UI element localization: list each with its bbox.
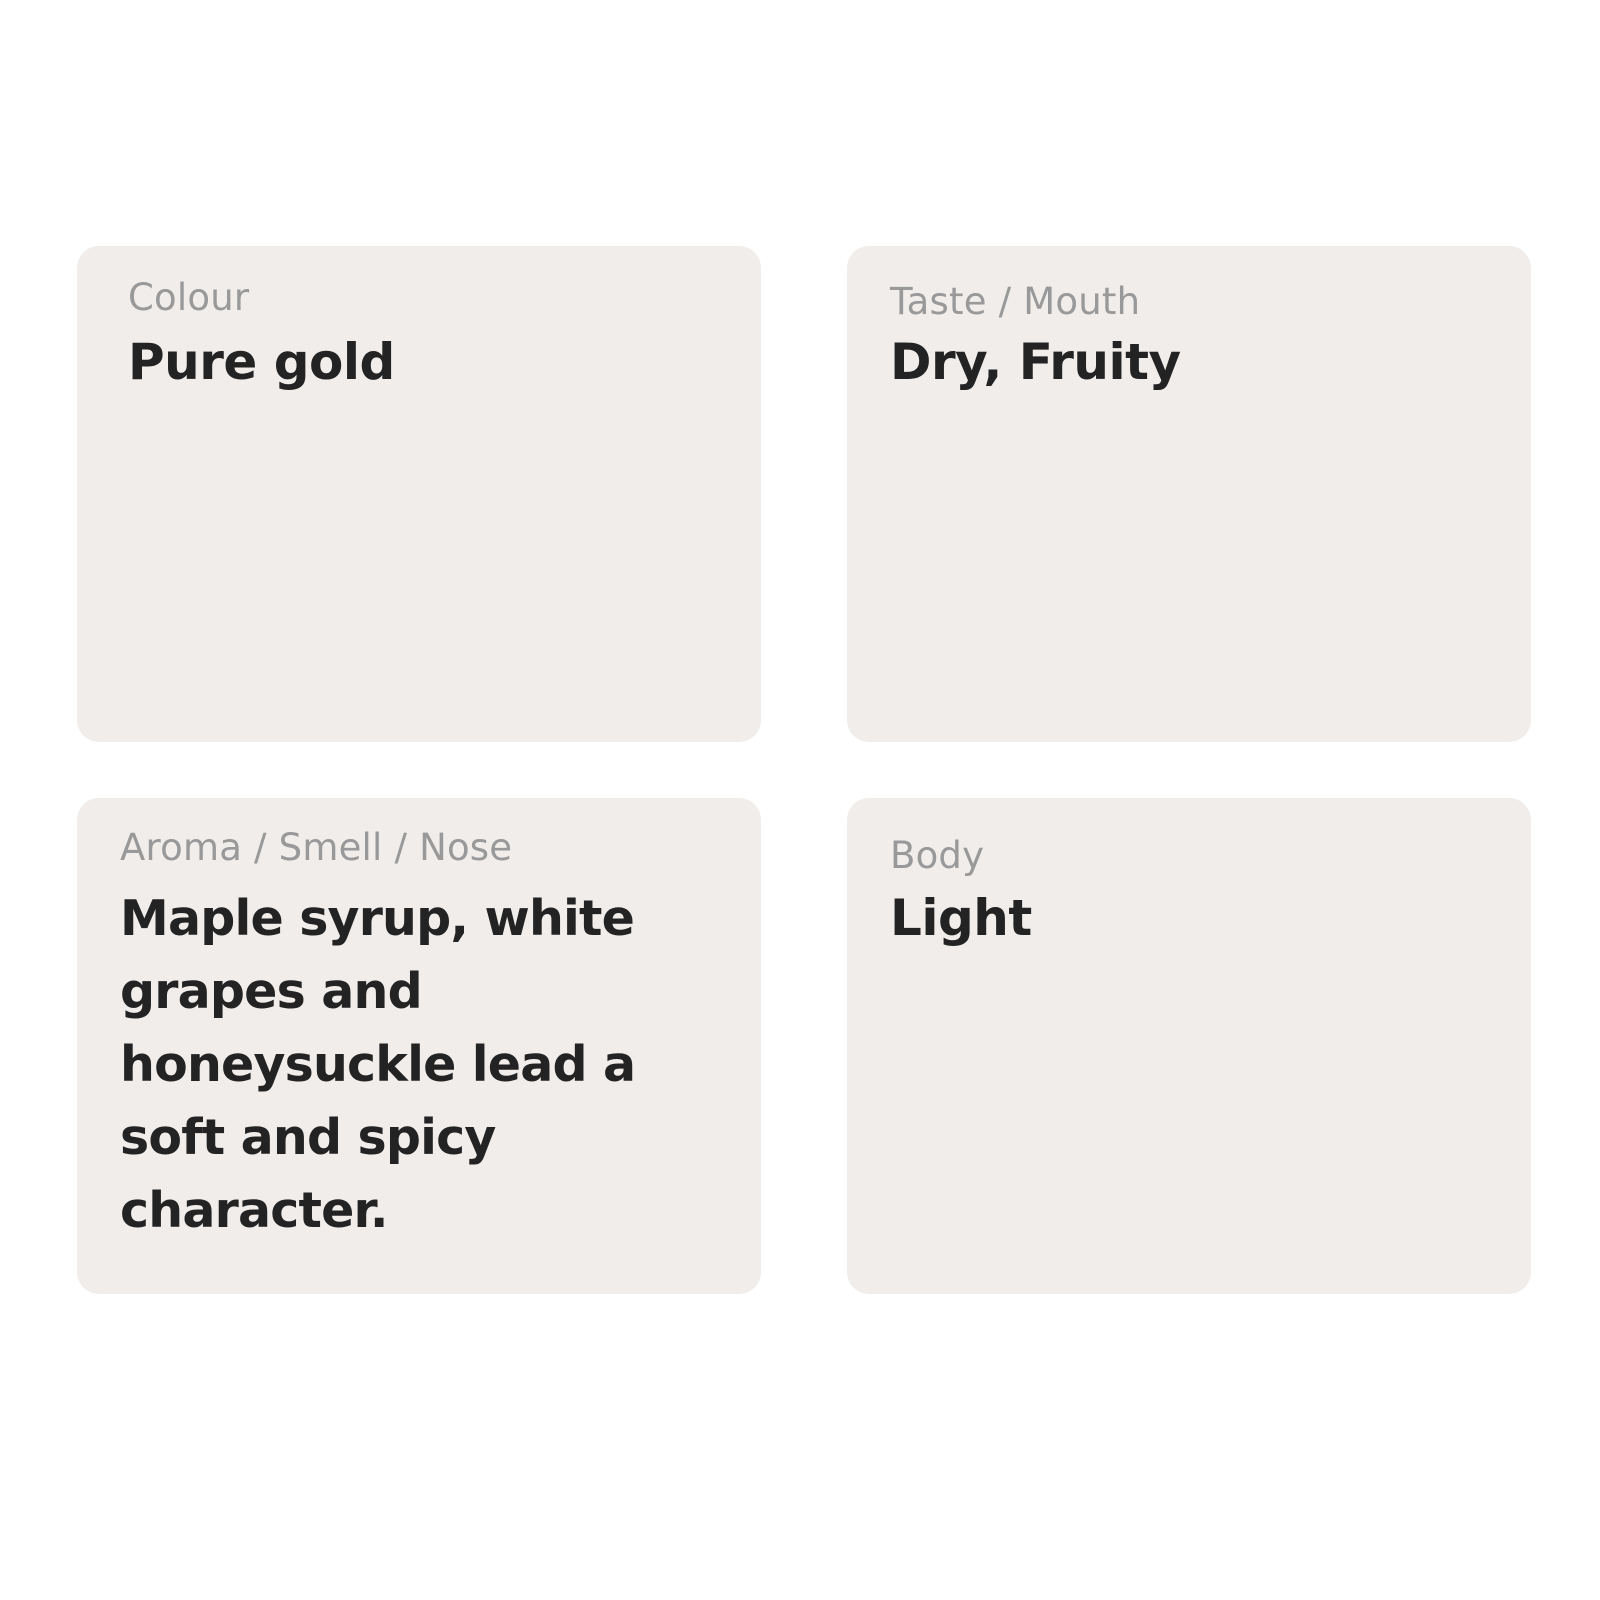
taste-value: Dry, Fruity <box>890 333 1181 391</box>
colour-label: Colour <box>128 276 250 319</box>
aroma-card: Aroma / Smell / Nose Maple syrup, white … <box>77 798 761 1294</box>
colour-card: Colour Pure gold <box>77 246 761 742</box>
aroma-value: Maple syrup, white grapes and honeysuckl… <box>120 890 636 1239</box>
colour-value: Pure gold <box>128 333 395 391</box>
taste-label: Taste / Mouth <box>890 280 1141 323</box>
body-card: Body Light <box>847 798 1531 1294</box>
body-value: Light <box>890 889 1032 947</box>
taste-card: Taste / Mouth Dry, Fruity <box>847 246 1531 742</box>
body-label: Body <box>890 834 985 877</box>
aroma-label: Aroma / Smell / Nose <box>120 826 513 869</box>
